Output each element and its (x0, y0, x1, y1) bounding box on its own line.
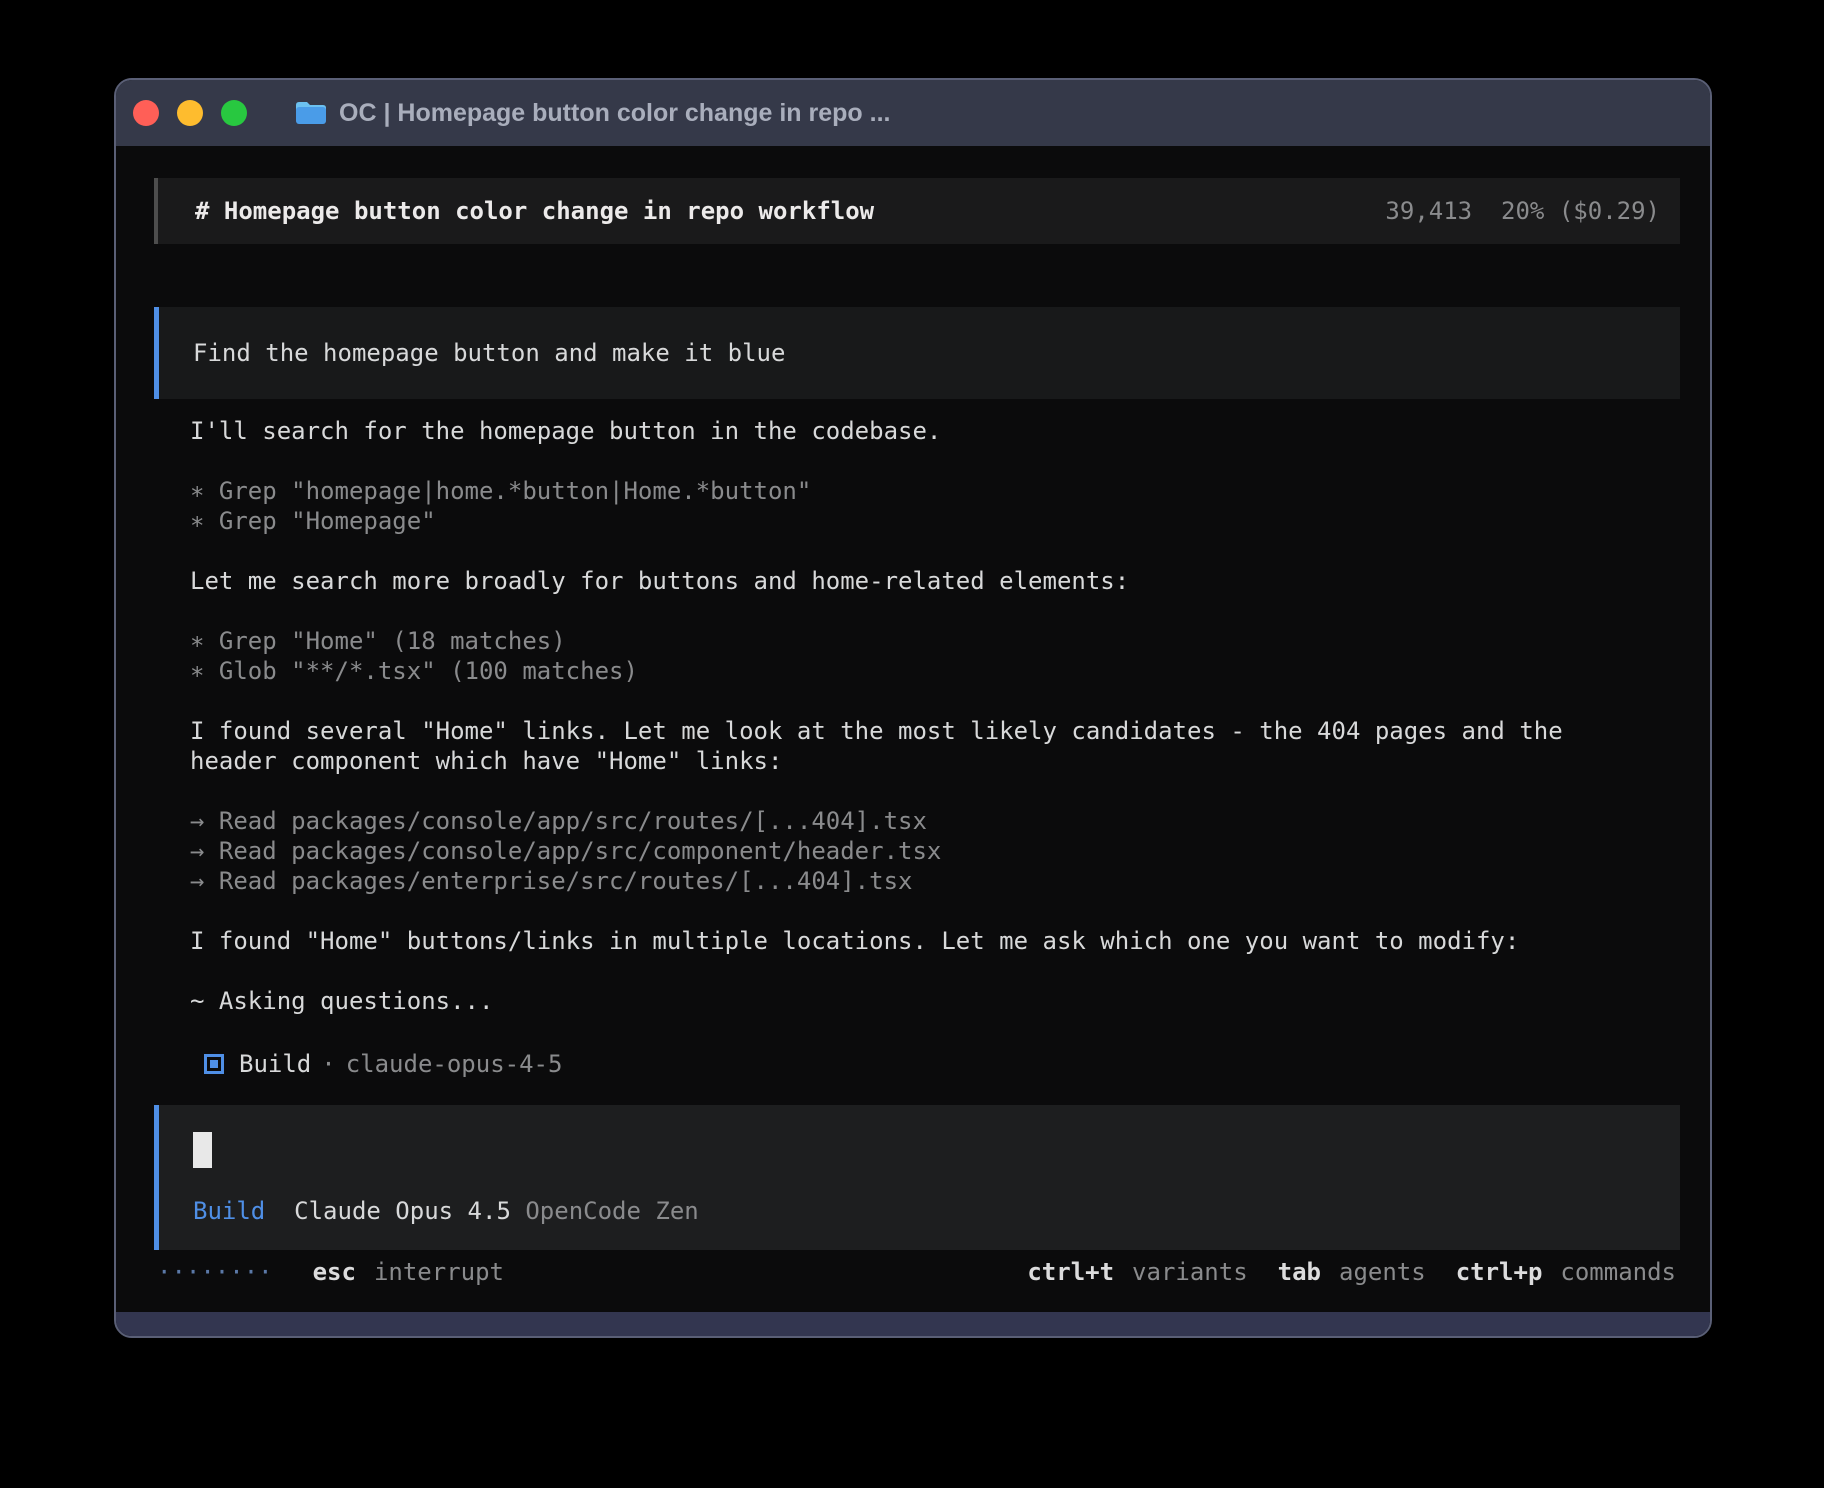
transcript-line: ~ Asking questions... (190, 986, 1690, 1016)
folder-icon (295, 99, 327, 127)
transcript-line: → Read packages/console/app/src/routes/[… (190, 806, 1690, 836)
build-agent-badge-icon (204, 1054, 224, 1074)
transcript-line: ∗ Grep "Homepage" (190, 506, 1690, 536)
agent-model: claude-opus-4-5 (346, 1050, 563, 1078)
transcript-line: Let me search more broadly for buttons a… (190, 566, 1690, 596)
spinner-dots: ········ (157, 1258, 273, 1286)
input-model-line: Build Claude Opus 4.5 OpenCode Zen (193, 1196, 699, 1226)
shortcut-label: commands (1560, 1258, 1676, 1286)
context-percent: 20% (1501, 197, 1544, 225)
agent-separator: · (321, 1050, 335, 1078)
transcript-line: header component which have "Home" links… (190, 746, 1690, 776)
minimize-button[interactable] (177, 100, 203, 126)
text-cursor (193, 1132, 212, 1168)
status-hints-right: ctrl+t variants tab agents ctrl+p commands (1027, 1258, 1676, 1286)
transcript-line: I'll search for the homepage button in t… (190, 416, 1690, 446)
shortcut-hint-ctrl-p: ctrl+p commands (1456, 1258, 1676, 1286)
input-model-label[interactable]: Claude Opus 4.5 (294, 1197, 511, 1225)
session-stats: 39,413 20% ($0.29) (1385, 197, 1660, 225)
input-agent-label[interactable]: Build (193, 1197, 265, 1225)
transcript-paragraph: I found several "Home" links. Let me loo… (190, 716, 1690, 776)
transcript-line: I found "Home" buttons/links in multiple… (190, 926, 1690, 956)
transcript-paragraph: → Read packages/console/app/src/routes/[… (190, 806, 1690, 896)
transcript-paragraph: I found "Home" buttons/links in multiple… (190, 926, 1690, 956)
session-title: # Homepage button color change in repo w… (195, 197, 874, 225)
user-message-text: Find the homepage button and make it blu… (193, 339, 785, 367)
terminal-window: OC | Homepage button color change in rep… (114, 78, 1712, 1338)
transcript-line: ∗ Grep "Home" (18 matches) (190, 626, 1690, 656)
shortcut-key: esc (313, 1258, 356, 1286)
shortcut-key: ctrl+p (1456, 1258, 1543, 1286)
status-bar: ········ esc interrupt ctrl+t variants taba… (157, 1257, 1676, 1287)
shortcut-label: interrupt (374, 1258, 504, 1286)
transcript-line: → Read packages/enterprise/src/routes/[.… (190, 866, 1690, 896)
close-button[interactable] (133, 100, 159, 126)
user-message: Find the homepage button and make it blu… (154, 307, 1680, 399)
token-count: 39,413 (1385, 197, 1472, 225)
window-titlebar[interactable]: OC | Homepage button color change in rep… (116, 80, 1710, 146)
shortcut-label: agents (1339, 1258, 1426, 1286)
window-title: OC | Homepage button color change in rep… (339, 99, 890, 128)
transcript-line: I found several "Home" links. Let me loo… (190, 716, 1690, 746)
transcript-line: ∗ Glob "**/*.tsx" (100 matches) (190, 656, 1690, 686)
agent-status-row: Build · claude-opus-4-5 (190, 1049, 562, 1079)
session-header: # Homepage button color change in repo w… (154, 178, 1680, 244)
terminal-content: # Homepage button color change in repo w… (116, 146, 1710, 1312)
assistant-transcript: I'll search for the homepage button in t… (190, 416, 1690, 1016)
session-cost: ($0.29) (1559, 197, 1660, 225)
shortcut-key: tab (1278, 1258, 1321, 1286)
transcript-paragraph: ∗ Grep "Home" (18 matches)∗ Glob "**/*.t… (190, 626, 1690, 686)
shortcut-label: variants (1132, 1258, 1248, 1286)
input-provider-label: OpenCode Zen (525, 1197, 698, 1225)
shortcut-hint-esc: esc interrupt (313, 1258, 504, 1286)
prompt-input[interactable]: Build Claude Opus 4.5 OpenCode Zen (154, 1105, 1680, 1250)
transcript-paragraph: I'll search for the homepage button in t… (190, 416, 1690, 446)
transcript-line: ∗ Grep "homepage|home.*button|Home.*butt… (190, 476, 1690, 506)
zoom-button[interactable] (221, 100, 247, 126)
shortcut-hint-tab: tab agents (1278, 1258, 1426, 1286)
shortcut-hint-ctrl-t: ctrl+t variants (1027, 1258, 1247, 1286)
transcript-paragraph: ∗ Grep "homepage|home.*button|Home.*butt… (190, 476, 1690, 536)
agent-name: Build (239, 1050, 311, 1078)
transcript-paragraph: ~ Asking questions... (190, 986, 1690, 1016)
transcript-paragraph: Let me search more broadly for buttons a… (190, 566, 1690, 596)
shortcut-key: ctrl+t (1027, 1258, 1114, 1286)
window-bottom-edge (116, 1312, 1710, 1338)
transcript-line: → Read packages/console/app/src/componen… (190, 836, 1690, 866)
status-hints-left: esc interrupt (313, 1258, 504, 1286)
desktop: OC | Homepage button color change in rep… (0, 0, 1824, 1488)
